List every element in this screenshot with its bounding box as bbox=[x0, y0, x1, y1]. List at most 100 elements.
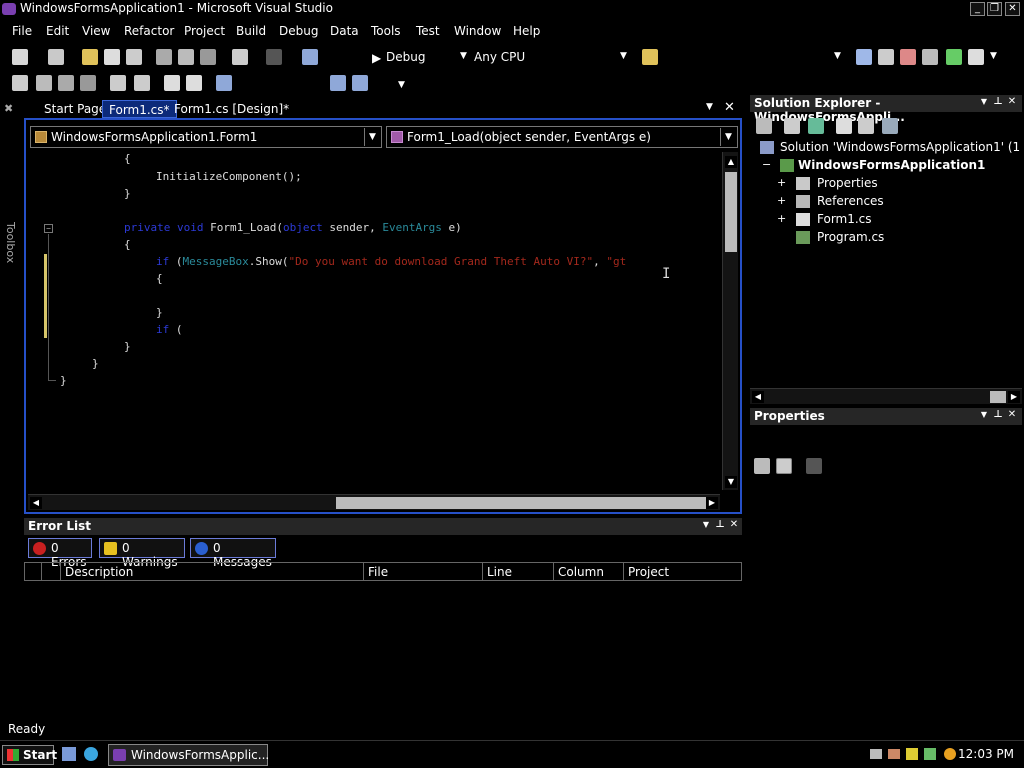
column-header-description[interactable]: Description bbox=[60, 562, 364, 581]
toolbox-icon[interactable] bbox=[922, 49, 938, 65]
tree-project[interactable]: WindowsFormsApplication1 bbox=[798, 158, 985, 172]
quick-info-icon[interactable] bbox=[58, 75, 74, 91]
tray-network-icon[interactable] bbox=[870, 749, 882, 759]
code-area[interactable]: − { InitializeComponent(); } private voi… bbox=[26, 152, 720, 492]
tree-item-properties[interactable]: Properties bbox=[817, 176, 878, 190]
redo-icon[interactable] bbox=[266, 49, 282, 65]
menu-help[interactable]: Help bbox=[513, 24, 540, 38]
solution-explorer-scrollbar[interactable]: ◀ ▶ bbox=[750, 388, 1022, 404]
close-icon[interactable]: ✕ bbox=[1005, 2, 1020, 16]
property-pages-icon[interactable] bbox=[806, 458, 822, 474]
errors-filter-button[interactable]: 0 Errors bbox=[28, 538, 92, 569]
menu-build[interactable]: Build bbox=[236, 24, 266, 38]
menu-file[interactable]: File bbox=[12, 24, 32, 38]
solution-explorer-icon[interactable] bbox=[856, 49, 872, 65]
display-object-member-icon[interactable] bbox=[12, 75, 28, 91]
save-icon[interactable] bbox=[104, 49, 120, 65]
config-select[interactable]: Debug bbox=[386, 50, 425, 64]
save-all-icon[interactable] bbox=[126, 49, 142, 65]
class-combo-dropdown-icon[interactable]: ▼ bbox=[364, 128, 380, 146]
menu-view[interactable]: View bbox=[82, 24, 110, 38]
refresh-icon[interactable] bbox=[808, 118, 824, 134]
editor-horizontal-scrollbar[interactable]: ◀ ▶ bbox=[28, 494, 720, 510]
scroll-up-icon[interactable]: ▲ bbox=[725, 156, 737, 168]
view-code-icon[interactable] bbox=[836, 118, 852, 134]
decrease-indent-icon[interactable] bbox=[110, 75, 126, 91]
scroll-left-icon[interactable]: ◀ bbox=[30, 497, 42, 509]
properties-icon[interactable] bbox=[756, 118, 772, 134]
copy-icon[interactable] bbox=[178, 49, 194, 65]
next-bookmark-icon[interactable] bbox=[352, 75, 368, 91]
tree-solution[interactable]: Solution 'WindowsFormsApplication1' (1 p… bbox=[780, 140, 1024, 154]
menu-project[interactable]: Project bbox=[184, 24, 225, 38]
uncomment-icon[interactable] bbox=[186, 75, 202, 91]
paste-icon[interactable] bbox=[200, 49, 216, 65]
member-combo-dropdown-icon[interactable]: ▼ bbox=[720, 128, 736, 146]
expand-icon[interactable]: + bbox=[777, 176, 786, 189]
minimize-icon[interactable]: _ bbox=[970, 2, 985, 16]
close-document-icon[interactable]: ✕ bbox=[724, 100, 735, 115]
show-desktop-icon[interactable] bbox=[62, 747, 76, 761]
comment-icon[interactable] bbox=[164, 75, 180, 91]
member-combo[interactable]: Form1_Load(object sender, EventArgs e) ▼ bbox=[386, 126, 738, 148]
column-header-icon[interactable] bbox=[24, 562, 42, 581]
collapse-region-icon[interactable]: − bbox=[44, 224, 53, 233]
command-window-icon[interactable] bbox=[968, 49, 984, 65]
scroll-right-icon[interactable]: ▶ bbox=[1008, 391, 1020, 403]
auto-hide-pin-icon[interactable]: ⊥ bbox=[992, 409, 1004, 421]
toolbar-options-icon[interactable]: ▼ bbox=[990, 51, 997, 61]
categorized-icon[interactable] bbox=[754, 458, 770, 474]
panel-dropdown-icon[interactable]: ▼ bbox=[978, 96, 990, 108]
taskbar-task-vs[interactable]: WindowsFormsApplic... bbox=[108, 744, 269, 766]
panel-close-icon[interactable]: ✕ bbox=[1006, 409, 1018, 421]
cut-icon[interactable] bbox=[156, 49, 172, 65]
view-designer-icon[interactable] bbox=[858, 118, 874, 134]
object-browser-icon[interactable] bbox=[900, 49, 916, 65]
config-dropdown-icon[interactable]: ▼ bbox=[460, 51, 467, 61]
panel-dropdown-icon[interactable]: ▼ bbox=[978, 409, 990, 421]
alphabetical-icon[interactable] bbox=[776, 458, 792, 474]
auto-hide-pin-icon[interactable]: ⊥ bbox=[992, 96, 1004, 108]
increase-indent-icon[interactable] bbox=[134, 75, 150, 91]
column-header-line[interactable]: Line bbox=[482, 562, 554, 581]
solution-explorer-title-bar[interactable]: Solution Explorer - WindowsFormsAppli...… bbox=[750, 95, 1022, 124]
tray-sync-icon[interactable] bbox=[924, 748, 936, 760]
class-combo[interactable]: WindowsFormsApplication1.Form1 ▼ bbox=[30, 126, 382, 148]
previous-bookmark-icon[interactable] bbox=[330, 75, 346, 91]
editor-vertical-scrollbar[interactable]: ▲ ▼ bbox=[722, 152, 738, 490]
scroll-down-icon[interactable]: ▼ bbox=[725, 476, 737, 488]
panel-dropdown-icon[interactable]: ▼ bbox=[700, 519, 712, 531]
collapse-icon[interactable]: − bbox=[762, 158, 771, 171]
scroll-right-icon[interactable]: ▶ bbox=[706, 497, 718, 509]
editor-toolbar-options-icon[interactable]: ▼ bbox=[398, 80, 405, 90]
tree-item-form1[interactable]: Form1.cs bbox=[817, 212, 872, 226]
tree-item-references[interactable]: References bbox=[817, 194, 884, 208]
panel-close-icon[interactable]: ✕ bbox=[1006, 96, 1018, 108]
column-header-column[interactable]: Column bbox=[553, 562, 624, 581]
tab-form1-cs[interactable]: Form1.cs* bbox=[102, 100, 177, 118]
warnings-filter-button[interactable]: 0 Warnings bbox=[99, 538, 185, 569]
expand-icon[interactable]: + bbox=[777, 194, 786, 207]
properties-title-bar[interactable]: Properties ▼ ⊥ ✕ bbox=[750, 408, 1022, 425]
restore-icon[interactable]: ❐ bbox=[987, 2, 1002, 16]
platform-select[interactable]: Any CPU bbox=[474, 50, 525, 64]
tab-form1-design[interactable]: Form1.cs [Design]* bbox=[168, 100, 295, 118]
tray-security-icon[interactable] bbox=[906, 748, 918, 760]
show-all-files-icon[interactable] bbox=[784, 118, 800, 134]
toolbox-tab[interactable]: Toolbox bbox=[3, 222, 17, 263]
expand-icon[interactable]: + bbox=[777, 212, 786, 225]
class-diagram-icon[interactable] bbox=[882, 118, 898, 134]
tab-list-dropdown-icon[interactable]: ▼ bbox=[706, 102, 713, 112]
scroll-thumb[interactable] bbox=[990, 391, 1006, 403]
start-debug-icon[interactable]: ▶ bbox=[372, 51, 381, 65]
tray-search-icon[interactable] bbox=[944, 748, 956, 760]
tree-item-program[interactable]: Program.cs bbox=[817, 230, 884, 244]
find-dropdown-icon[interactable]: ▼ bbox=[834, 51, 841, 61]
scroll-left-icon[interactable]: ◀ bbox=[752, 391, 764, 403]
menu-refactor[interactable]: Refactor bbox=[124, 24, 174, 38]
menu-edit[interactable]: Edit bbox=[46, 24, 69, 38]
column-header-project[interactable]: Project bbox=[623, 562, 742, 581]
navigate-icon[interactable] bbox=[302, 49, 318, 65]
start-page-icon[interactable] bbox=[946, 49, 962, 65]
panel-close-icon[interactable]: ✕ bbox=[728, 519, 740, 531]
